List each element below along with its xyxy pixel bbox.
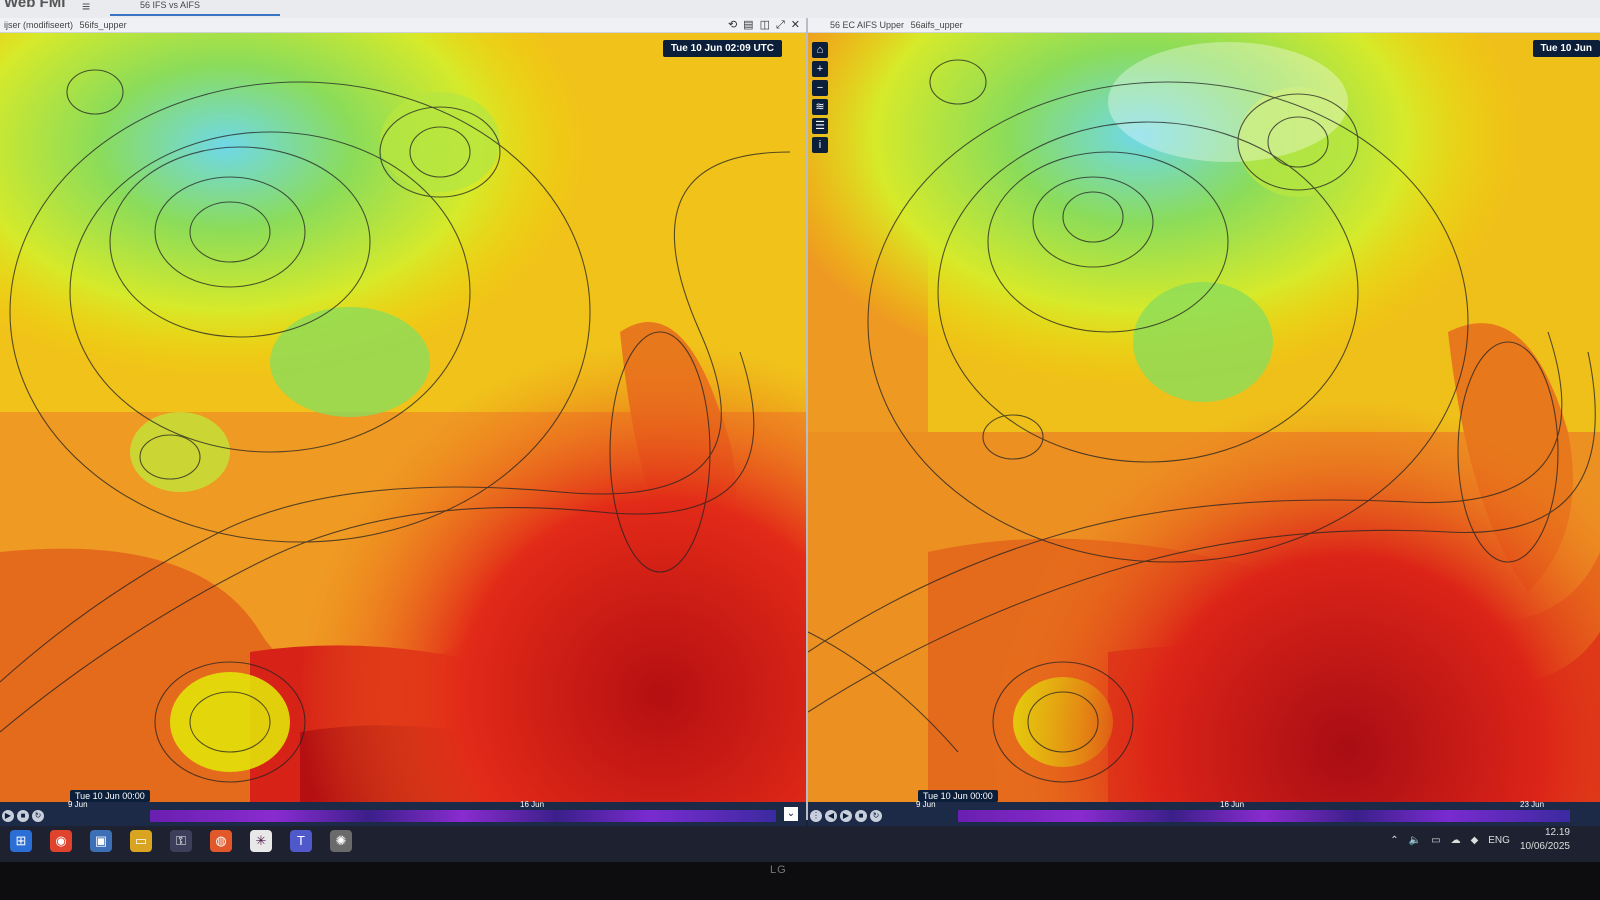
split-vertical-icon[interactable]: ◫	[760, 18, 770, 32]
right-playback-controls: ⋮ ◀ ▶ ■ ↻	[810, 810, 882, 822]
tab-label: 56 IFS vs AIFS	[140, 0, 201, 10]
list-icon[interactable]: ☰	[812, 118, 828, 134]
refresh-icon[interactable]: ↻	[32, 810, 44, 822]
left-pane-subtitle: 56ifs_upper	[79, 20, 127, 30]
cloud-icon[interactable]: ☁	[1451, 835, 1461, 846]
close-icon[interactable]: ✕	[791, 18, 800, 32]
volume-icon[interactable]: 🔈	[1409, 835, 1421, 846]
vpn-icon[interactable]: ⚿	[170, 830, 192, 852]
right-time-badge: Tue 10 Jun	[1532, 40, 1600, 57]
screen: Web FMI ≡ 56 IFS vs AIFS ijser (modifise…	[0, 0, 1600, 862]
left-pane-title: ijser (modifiseert)	[4, 20, 74, 30]
remote-desktop-icon[interactable]: ▣	[90, 830, 112, 852]
chrome-icon[interactable]: ◉	[50, 830, 72, 852]
left-playback-controls: ▶ ■ ↻	[2, 810, 44, 822]
zoom-out-icon[interactable]: −	[812, 80, 828, 96]
left-map-pane: ijser (modifiseert) 56ifs_upper ⟲ ▤ ◫ ⤢ …	[0, 18, 806, 826]
left-time-badge: Tue 10 Jun 02:09 UTC	[662, 40, 782, 57]
taskbar-icons: ⊞ ◉ ▣ ▭ ⚿ ◍ ✳ T ✺	[10, 830, 352, 852]
right-map-toolbar: ⌂ + − ≋ ☰ i	[812, 42, 828, 153]
windows-taskbar: ⊞ ◉ ▣ ▭ ⚿ ◍ ✳ T ✺ ⌃ 🔈 ▭ ☁ ◆ ENG 12.19 10…	[0, 820, 1600, 862]
stop-icon[interactable]: ■	[855, 810, 867, 822]
clock-date: 10/06/2025	[1519, 841, 1570, 852]
clock[interactable]: 12.19 10/06/2025	[1520, 826, 1570, 854]
right-pane-title: 56 EC AIFS Upper	[830, 20, 905, 30]
right-pane-subtitle: 56aifs_upper	[910, 20, 963, 30]
app-title: Web FMI	[4, 0, 66, 11]
split-horizontal-icon[interactable]: ▤	[743, 18, 753, 32]
left-pane-controls: ⟲ ▤ ◫ ⤢ ✕	[728, 18, 800, 32]
refresh-icon[interactable]: ↻	[870, 810, 882, 822]
left-tick-16jun: 16 Jun	[520, 800, 545, 809]
step-forward-icon[interactable]: ▶	[840, 810, 852, 822]
slack-icon[interactable]: ✳	[250, 830, 272, 852]
right-weather-map[interactable]	[808, 32, 1600, 812]
step-back-icon[interactable]: ◀	[825, 810, 837, 822]
left-pane-titlebar: ijser (modifiseert) 56ifs_upper	[0, 18, 806, 33]
language-indicator[interactable]: ENG	[1488, 835, 1510, 846]
windows-icon[interactable]: ⊞	[10, 830, 32, 852]
play-icon[interactable]: ▶	[2, 810, 14, 822]
dropbox-icon[interactable]: ◆	[1471, 835, 1479, 846]
firefox-icon[interactable]: ◍	[210, 830, 232, 852]
workspace-tab[interactable]: 56 IFS vs AIFS	[110, 0, 280, 16]
right-timeline[interactable]: ⋮ ◀ ▶ ■ ↻ Tue 10 Jun 00:00 9 Jun 16 Jun …	[808, 790, 1600, 826]
left-tick-9jun: 9 Jun	[68, 800, 88, 809]
hamburger-menu-icon[interactable]: ≡	[82, 0, 90, 14]
maximize-icon[interactable]: ⤢	[776, 18, 785, 32]
stop-icon[interactable]: ■	[17, 810, 29, 822]
chevron-up-icon[interactable]: ⌃	[1390, 835, 1398, 846]
network-icon[interactable]: ▭	[1431, 835, 1440, 846]
chevron-down-icon[interactable]: ⌄	[784, 807, 798, 821]
right-tick-16jun: 16 Jun	[1220, 800, 1245, 809]
menu-dots-icon[interactable]: ⋮	[810, 810, 822, 822]
clock-time: 12.19	[1544, 827, 1570, 838]
zoom-in-icon[interactable]: +	[812, 61, 828, 77]
misc-app-icon[interactable]: ✺	[330, 830, 352, 852]
left-timeline[interactable]: ▶ ■ ↻ Tue 10 Jun 00:00 9 Jun 16 Jun ⌄	[0, 790, 806, 826]
monitor-frame: Web FMI ≡ 56 IFS vs AIFS ijser (modifise…	[0, 0, 1600, 900]
layers-icon[interactable]: ≋	[812, 99, 828, 115]
right-map-pane: 56 EC AIFS Upper 56aifs_upper ⌂ + − ≋ ☰ …	[808, 18, 1600, 826]
right-timeline-track[interactable]	[958, 810, 1570, 822]
right-pane-titlebar: 56 EC AIFS Upper 56aifs_upper	[808, 18, 1600, 33]
monitor-logo: LG	[770, 864, 787, 876]
home-icon[interactable]: ⌂	[812, 42, 828, 58]
info-icon[interactable]: i	[812, 137, 828, 153]
file-explorer-icon[interactable]: ▭	[130, 830, 152, 852]
left-timeline-track[interactable]	[150, 810, 776, 822]
system-tray: ⌃ 🔈 ▭ ☁ ◆ ENG 12.19 10/06/2025	[1390, 826, 1570, 854]
app-header: Web FMI ≡ 56 IFS vs AIFS	[0, 0, 1600, 19]
right-tick-23jun: 23 Jun	[1520, 800, 1545, 809]
teams-icon[interactable]: T	[290, 830, 312, 852]
sync-icon[interactable]: ⟲	[728, 18, 737, 32]
left-weather-map[interactable]	[0, 32, 806, 812]
right-tick-9jun: 9 Jun	[916, 800, 936, 809]
